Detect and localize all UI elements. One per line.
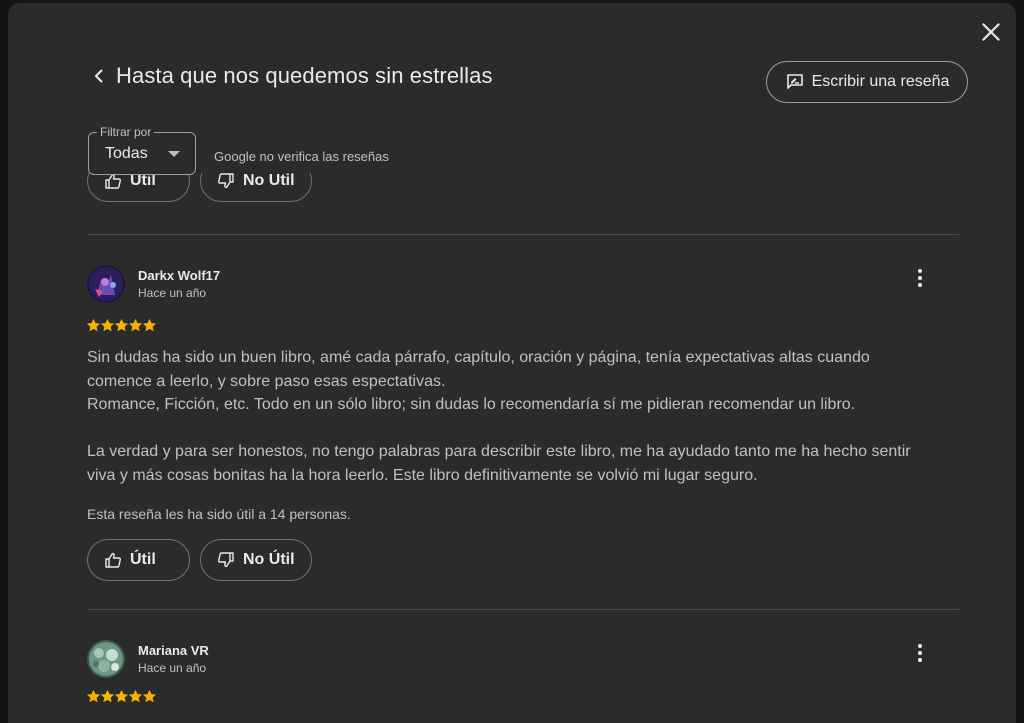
thumb-down-icon xyxy=(217,172,235,190)
more-options-button[interactable] xyxy=(910,267,930,289)
divider xyxy=(87,609,959,610)
star-icon xyxy=(143,690,156,703)
not-helpful-label: No Útil xyxy=(243,551,295,568)
star-icon xyxy=(115,690,128,703)
caret-down-icon xyxy=(167,150,180,157)
helpful-count: Esta reseña les ha sido útil a 14 person… xyxy=(87,506,351,522)
filter-legend: Filtrar por xyxy=(97,125,155,139)
reviewer-name[interactable]: Darkx Wolf17 xyxy=(138,268,220,283)
star-icon xyxy=(143,319,156,332)
star-icon xyxy=(101,319,114,332)
divider xyxy=(87,234,959,235)
back-title[interactable]: Hasta que nos quedemos sin estrellas xyxy=(90,61,493,91)
review-text: Sin dudas ha sido un buen libro, amé cad… xyxy=(87,349,911,484)
avatar xyxy=(87,265,125,303)
star-icon xyxy=(115,319,128,332)
star-icon xyxy=(101,690,114,703)
write-review-button[interactable]: Escribir una reseña xyxy=(766,61,968,103)
avatar xyxy=(87,640,125,678)
close-button[interactable] xyxy=(978,19,1004,45)
helpful-label: Útil xyxy=(130,551,156,568)
not-helpful-label: No Útil xyxy=(243,172,295,189)
star-icon xyxy=(87,690,100,703)
page-title: Hasta que nos quedemos sin estrellas xyxy=(116,63,493,88)
review-date: Hace un año xyxy=(138,286,207,300)
not-helpful-button[interactable]: No Útil xyxy=(200,539,312,581)
close-icon xyxy=(982,23,1000,41)
filter-value: Todas xyxy=(105,144,148,162)
reviews-dialog: Hasta que nos quedemos sin estrellas Esc… xyxy=(8,3,1016,723)
helpful-button[interactable]: Útil xyxy=(87,539,190,581)
thumb-up-icon xyxy=(104,551,122,569)
write-review-label: Escribir una reseña xyxy=(811,73,950,90)
filter-select[interactable]: Filtrar por Todas xyxy=(88,125,196,175)
review-date: Hace un año xyxy=(138,661,207,675)
more-options-button[interactable] xyxy=(910,642,930,664)
verification-note: Google no verifica las reseñas xyxy=(214,149,389,164)
star-rating xyxy=(87,690,156,703)
star-rating xyxy=(87,319,156,332)
star-icon xyxy=(129,690,142,703)
star-icon xyxy=(87,319,100,332)
reviewer-name[interactable]: Mariana VR xyxy=(138,643,209,658)
star-icon xyxy=(129,319,142,332)
chevron-left-icon xyxy=(90,67,108,85)
rate-review-icon xyxy=(785,72,805,92)
reviews-list[interactable]: Útil No Útil Darkx Wolf17 Hace un año Si… xyxy=(8,120,1016,723)
thumb-down-icon xyxy=(217,551,235,569)
